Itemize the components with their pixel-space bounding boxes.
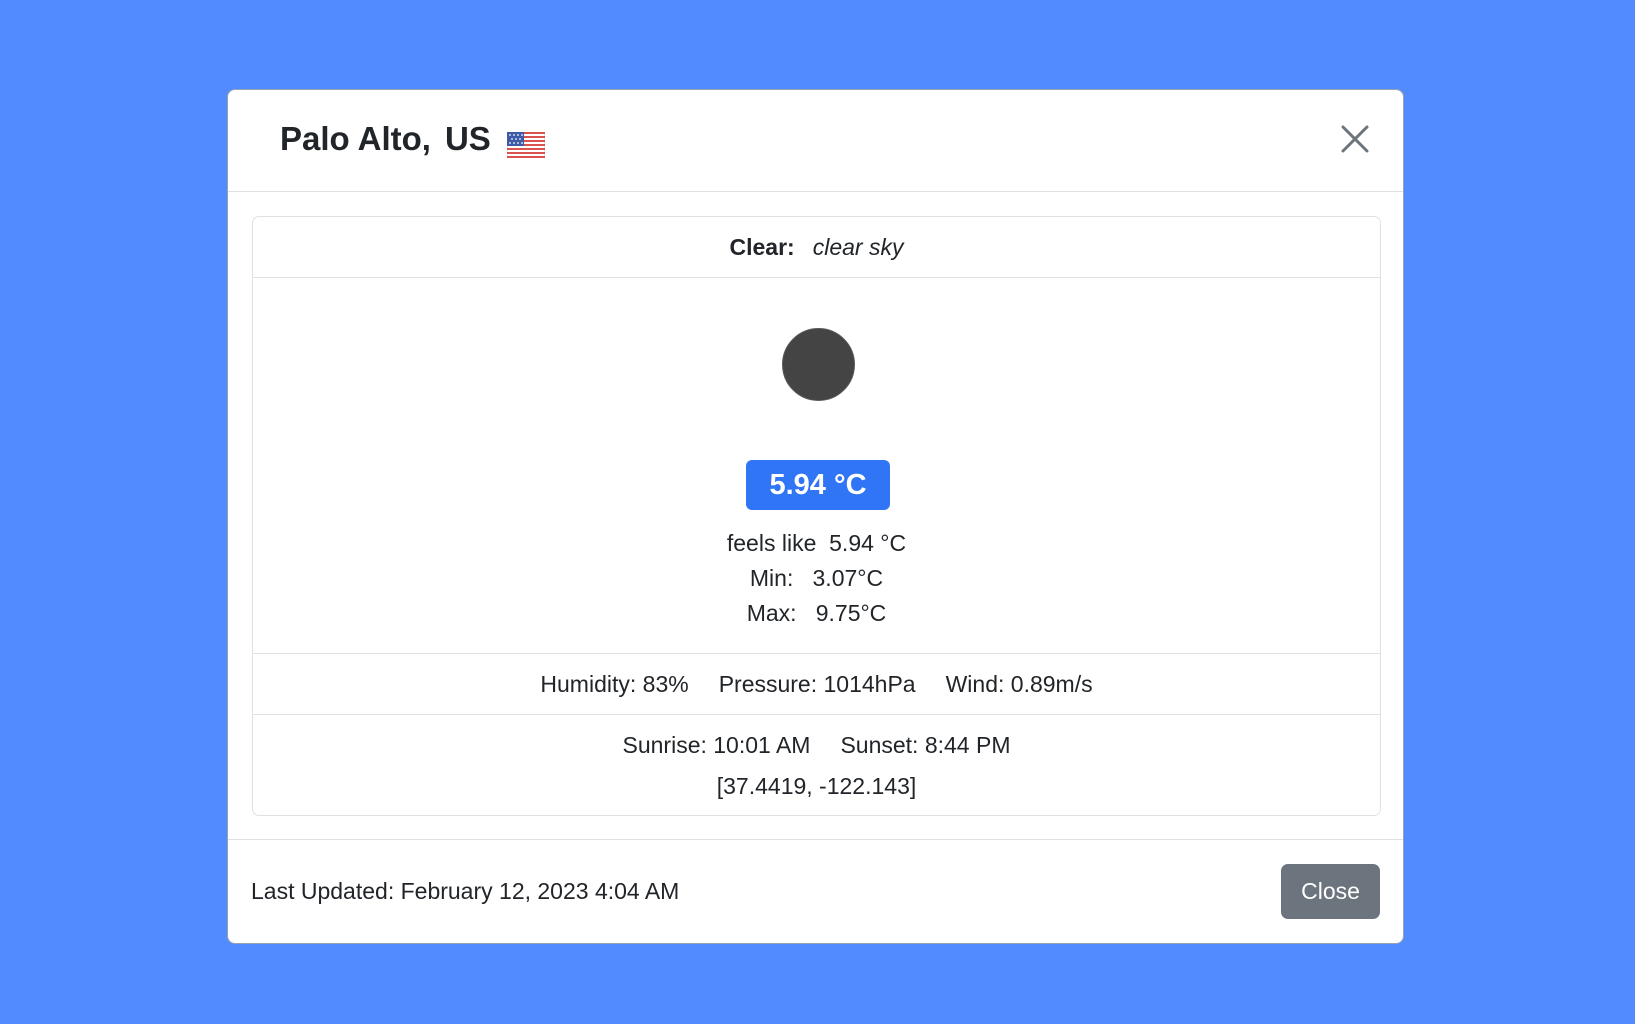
wind: Wind: 0.89m/s xyxy=(945,670,1093,697)
weather-clear-icon xyxy=(782,328,855,401)
feels-like: feels like 5.94 °C xyxy=(726,530,907,556)
condition-description: clear sky xyxy=(812,233,904,260)
close-icon[interactable] xyxy=(1340,124,1370,154)
weather-modal: Palo Alto, US Clear: clear sky 5.94 °C f… xyxy=(227,89,1404,944)
pressure: Pressure: 1014hPa xyxy=(718,670,916,697)
sunset: Sunset: 8:44 PM xyxy=(840,732,1011,758)
weather-card: Clear: clear sky 5.94 °C feels like 5.94… xyxy=(252,216,1381,816)
modal-header: Palo Alto, US xyxy=(228,90,1403,192)
max-temperature: Max: 9.75°C xyxy=(746,600,887,626)
stats-row: Humidity: 83% Pressure: 1014hPa Wind: 0.… xyxy=(253,654,1380,715)
sunrise: Sunrise: 10:01 AM xyxy=(622,732,811,758)
sun-section: Sunrise: 10:01 AM Sunset: 8:44 PM [37.44… xyxy=(253,715,1380,815)
modal-title: Palo Alto, US xyxy=(280,120,546,159)
us-flag-icon xyxy=(506,128,546,159)
coordinates: [37.4419, -122.143] xyxy=(716,773,917,799)
modal-footer: Last Updated: February 12, 2023 4:04 AM … xyxy=(228,839,1403,943)
condition-header: Clear: clear sky xyxy=(253,217,1380,278)
condition-main: Clear: xyxy=(729,233,795,260)
temperature-section: 5.94 °C feels like 5.94 °C Min: 3.07°C M… xyxy=(253,278,1380,654)
close-button[interactable]: Close xyxy=(1281,864,1380,919)
temperature-badge: 5.94 °C xyxy=(746,460,890,510)
min-temperature: Min: 3.07°C xyxy=(749,565,884,591)
last-updated: Last Updated: February 12, 2023 4:04 AM xyxy=(251,878,680,904)
country-code: US xyxy=(444,120,491,157)
humidity: Humidity: 83% xyxy=(540,670,689,697)
city-name: Palo Alto, xyxy=(280,120,431,157)
sun-times: Sunrise: 10:01 AM Sunset: 8:44 PM xyxy=(253,732,1380,759)
